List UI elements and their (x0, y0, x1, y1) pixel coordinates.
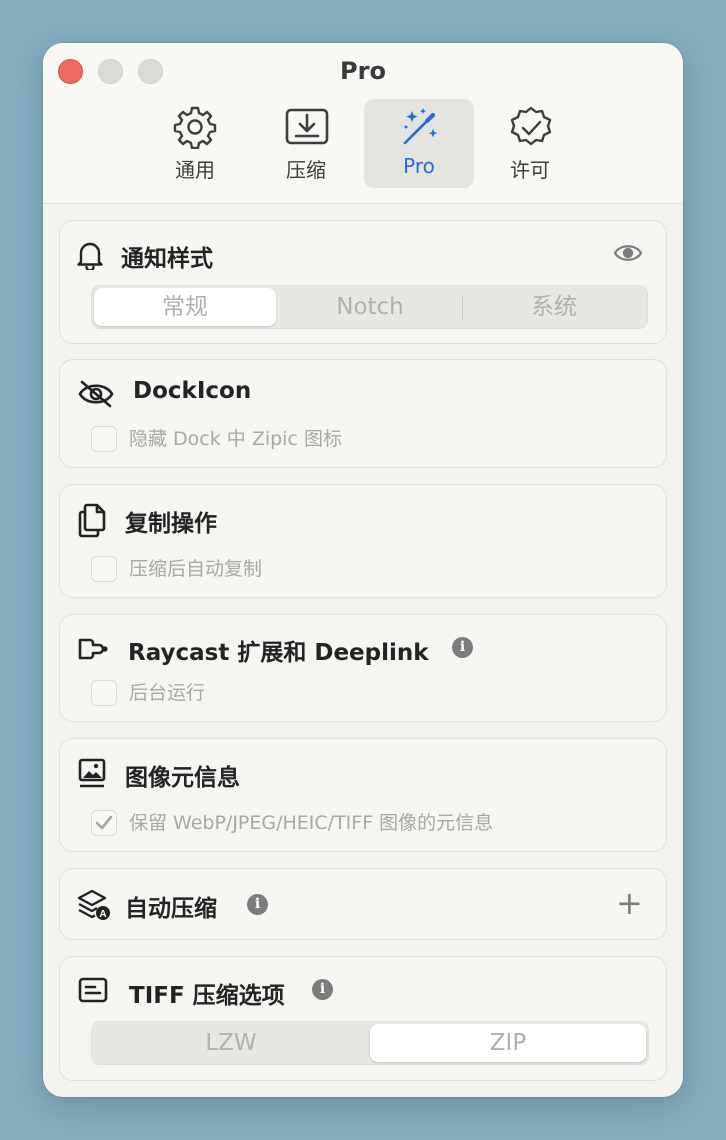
tab-general[interactable]: 通用 (140, 99, 250, 188)
tab-label: 许可 (510, 158, 550, 182)
plugin-extension-icon (78, 638, 108, 660)
card-title: TIFF 压缩选项 (129, 983, 285, 1009)
checkbox-label: 压缩后自动复制 (129, 558, 263, 580)
checkmark-icon (95, 815, 113, 830)
add-button[interactable]: + (616, 883, 643, 923)
notification-style-segmented-control[interactable]: 常规 Notch 系统 (91, 285, 648, 329)
tiff-options-card: TIFF 压缩选项 i LZW ZIP (59, 956, 667, 1081)
bell-icon (77, 242, 103, 270)
download-tray-icon (285, 108, 329, 145)
svg-text:A: A (99, 909, 106, 920)
tab-compress[interactable]: 压缩 (251, 99, 361, 188)
notification-style-card: 通知样式 常规 Notch 系统 (59, 220, 667, 344)
auto-copy-checkbox[interactable] (91, 556, 117, 582)
segment-zip[interactable]: ZIP (370, 1024, 646, 1062)
eye-slash-icon (78, 380, 114, 408)
copy-action-card: 复制操作 压缩后自动复制 (59, 484, 667, 598)
tiff-compression-segmented-control[interactable]: LZW ZIP (91, 1021, 649, 1065)
segment-notch[interactable]: Notch (278, 288, 462, 326)
card-title: 自动压缩 (125, 896, 217, 922)
photo-document-icon (78, 758, 106, 788)
card-title: 通知样式 (121, 246, 213, 272)
raycast-card: Raycast 扩展和 Deeplink i 后台运行 (59, 614, 667, 722)
tab-license[interactable]: 许可 (475, 99, 585, 188)
info-icon[interactable]: i (452, 637, 473, 658)
auto-compress-card: A 自动压缩 i + (59, 868, 667, 940)
segment-lzw[interactable]: LZW (94, 1024, 368, 1062)
card-title: Raycast 扩展和 Deeplink (128, 640, 429, 666)
gear-icon (173, 106, 217, 149)
hide-dock-icon-checkbox[interactable] (91, 426, 117, 452)
tab-label: 压缩 (286, 158, 326, 182)
keep-metadata-checkbox[interactable] (91, 810, 117, 836)
checkbox-label: 后台运行 (129, 682, 206, 704)
card-title: 图像元信息 (125, 765, 240, 791)
checkmark-seal-icon (510, 106, 552, 146)
image-metadata-card: 图像元信息 保留 WebP/JPEG/HEIC/TIFF 图像的元信息 (59, 738, 667, 852)
copy-documents-icon (78, 503, 106, 538)
tab-pro[interactable]: Pro (364, 99, 474, 188)
magic-wand-icon (403, 108, 438, 145)
tab-label: Pro (403, 154, 435, 178)
dock-icon-card: DockIcon 隐藏 Dock 中 Zipic 图标 (59, 359, 667, 468)
info-icon[interactable]: i (247, 894, 268, 915)
card-title: DockIcon (133, 378, 252, 404)
window-title: Pro (340, 57, 386, 85)
segment-system[interactable]: 系统 (463, 288, 645, 326)
stack-layers-auto-icon: A (77, 889, 110, 920)
checkbox-label: 保留 WebP/JPEG/HEIC/TIFF 图像的元信息 (129, 812, 494, 834)
preferences-window: Pro 通用 压缩 Pro 许可 通知样式 常规 Notch 系统 DockIc… (43, 43, 683, 1097)
tab-label: 通用 (175, 158, 215, 182)
segment-regular[interactable]: 常规 (94, 288, 276, 326)
eye-icon[interactable] (613, 243, 643, 263)
compression-options-icon (78, 977, 108, 1003)
info-icon[interactable]: i (312, 979, 333, 1000)
titlebar-toolbar: Pro 通用 压缩 Pro 许可 (43, 43, 683, 204)
checkbox-label: 隐藏 Dock 中 Zipic 图标 (129, 428, 342, 450)
card-title: 复制操作 (125, 511, 217, 537)
run-in-background-checkbox[interactable] (91, 680, 117, 706)
